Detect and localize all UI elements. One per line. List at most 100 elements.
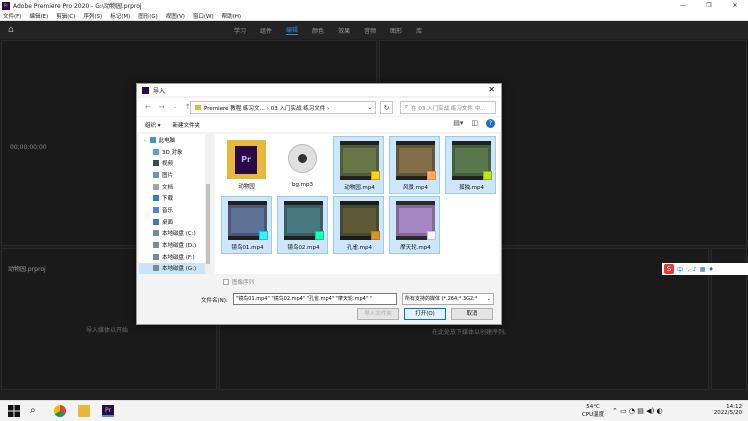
menu-help[interactable]: 帮助(H) bbox=[222, 12, 241, 20]
menu-window[interactable]: 窗口(W) bbox=[193, 12, 214, 20]
nav-item-disk-f[interactable]: 本地磁盘 (F:) bbox=[139, 251, 211, 263]
nav-item-this-pc[interactable]: ⌄ 此电脑 bbox=[139, 134, 211, 146]
file-item-video[interactable]: 风景.mp4 bbox=[389, 136, 440, 194]
nav-label: 视频 bbox=[162, 161, 174, 168]
nav-scrollbar-thumb[interactable] bbox=[206, 184, 210, 264]
ws-assembly[interactable]: 组件 bbox=[260, 26, 272, 35]
forward-arrow-icon[interactable]: → bbox=[159, 103, 165, 111]
cpu-temp-widget[interactable]: 54°C CPU温度 bbox=[582, 404, 604, 418]
file-item-video[interactable]: 孤独.mp4 bbox=[445, 136, 496, 194]
menu-edit[interactable]: 编辑(E) bbox=[29, 12, 48, 20]
skin-icon: ♦ bbox=[708, 265, 714, 273]
help-icon[interactable]: ? bbox=[486, 119, 495, 128]
refresh-icon[interactable]: ↻ bbox=[380, 101, 393, 114]
menu-view[interactable]: 视图(V) bbox=[166, 12, 185, 20]
file-list: Pr 动物园 bg.mp3 动物园.mp4 风景.mp4 孤独.mp4 镜鸟01… bbox=[215, 134, 499, 274]
nav-item-disk-g[interactable]: 本地磁盘 (G:) bbox=[139, 262, 211, 275]
nav-item-documents[interactable]: 文档 bbox=[139, 181, 211, 193]
ws-graphics[interactable]: 图形 bbox=[390, 26, 402, 35]
preview-pane-icon[interactable]: ◫ bbox=[471, 119, 478, 128]
file-name: 镜鸟01.mp4 bbox=[231, 245, 264, 251]
ws-libraries[interactable]: 库 bbox=[416, 26, 422, 35]
ime-toolbar[interactable]: S 中 ·, ♪ ▦ ♦ bbox=[662, 263, 748, 275]
file-name: 孤独.mp4 bbox=[458, 185, 485, 191]
menu-bar: 文件(F) 编辑(E) 剪辑(C) 序列(S) 标记(M) 图形(G) 视图(V… bbox=[0, 11, 748, 21]
filename-input[interactable]: "镜鸟01.mp4" "镜鸟02.mp4" "孔雀.mp4" "摩天轮.mp4"… bbox=[233, 293, 397, 305]
nav-item-3d-objects[interactable]: 3D 对象 bbox=[139, 146, 211, 158]
nav-item-downloads[interactable]: 下载 bbox=[139, 192, 211, 204]
menu-sequence[interactable]: 序列(S) bbox=[83, 12, 102, 20]
expand-chevron-icon[interactable]: ⌄ bbox=[143, 137, 148, 143]
recent-chevron-icon[interactable]: ⌄ bbox=[173, 104, 177, 110]
workspace-bar: ⌂ 学习 组件 编辑 颜色 效果 音频 图形 库 bbox=[0, 21, 748, 39]
nav-item-desktop[interactable]: 桌面 bbox=[139, 216, 211, 228]
ws-editing[interactable]: 编辑 bbox=[286, 25, 299, 35]
chrome-icon[interactable] bbox=[54, 405, 66, 417]
nav-item-videos[interactable]: 视频 bbox=[139, 157, 211, 169]
filetype-select[interactable]: 所有支持的媒体 (*.264;*.3G2;* ⌄ bbox=[402, 293, 494, 305]
dialog-close-icon[interactable]: ✕ bbox=[488, 85, 495, 94]
premiere-taskbar-icon[interactable]: Pr bbox=[102, 405, 114, 417]
file-explorer-icon[interactable] bbox=[78, 405, 90, 417]
file-item-prproj[interactable]: Pr 动物园 bbox=[221, 136, 272, 194]
folder-icon bbox=[195, 105, 201, 110]
nav-item-disk-c[interactable]: 本地磁盘 (C:) bbox=[139, 228, 211, 240]
nav-item-music[interactable]: 音乐 bbox=[139, 204, 211, 216]
clock-date: 2022/5/20 bbox=[713, 410, 742, 416]
nav-item-pictures[interactable]: 图片 bbox=[139, 169, 211, 181]
close-window-button[interactable]: ✕ bbox=[722, 0, 748, 11]
vlc-badge-icon bbox=[259, 231, 268, 240]
search-icon[interactable]: ⌕ bbox=[30, 405, 42, 417]
file-name: 孔雀.mp4 bbox=[346, 245, 373, 251]
file-item-audio[interactable]: bg.mp3 bbox=[277, 136, 328, 194]
organize-button[interactable]: 组织 ▾ bbox=[145, 121, 161, 129]
ws-color[interactable]: 颜色 bbox=[312, 26, 324, 35]
path-dropdown-icon[interactable]: ⌄ bbox=[367, 105, 372, 111]
menu-markers[interactable]: 标记(M) bbox=[110, 12, 130, 20]
nav-label: 本地磁盘 (F:) bbox=[162, 254, 195, 261]
search-input[interactable]: ⌕ 在 03 入门实战 练习文件 中... bbox=[400, 101, 496, 114]
import-folder-button[interactable]: 导入文件夹 bbox=[357, 308, 399, 320]
filetype-value: 所有支持的媒体 (*.264;*.3G2;* bbox=[405, 296, 478, 302]
file-item-video[interactable]: 孔雀.mp4 bbox=[333, 196, 384, 254]
disk-icon bbox=[153, 230, 159, 237]
nav-item-disk-d[interactable]: 本地磁盘 (D:) bbox=[139, 239, 211, 251]
checkbox-box[interactable] bbox=[223, 279, 229, 285]
computer-icon bbox=[149, 136, 156, 143]
windows-start-icon[interactable] bbox=[8, 405, 20, 417]
dialog-title-bar: 导入 ✕ bbox=[137, 84, 501, 96]
maximize-button[interactable]: ❐ bbox=[696, 0, 722, 11]
vlc-badge-icon bbox=[371, 171, 380, 180]
ws-learn[interactable]: 学习 bbox=[234, 26, 246, 35]
dialog-title: 导入 bbox=[153, 87, 166, 95]
open-button[interactable]: 打开(O) bbox=[404, 308, 446, 320]
view-mode-icon[interactable]: ▤▾ bbox=[453, 119, 463, 128]
cube-icon bbox=[153, 148, 159, 155]
file-item-video[interactable]: 镜鸟02.mp4 bbox=[277, 196, 328, 254]
new-folder-button[interactable]: 新建文件夹 bbox=[173, 121, 201, 129]
back-arrow-icon[interactable]: ← bbox=[145, 103, 151, 111]
ws-effects[interactable]: 效果 bbox=[338, 26, 350, 35]
menu-clip[interactable]: 剪辑(C) bbox=[56, 12, 75, 20]
path-box[interactable]: Premiere 教程 练习文… › 03 入门实战 练习文件 › ⌄ bbox=[190, 101, 376, 114]
timeline-hint: 在此处放下媒体以创建序列。 bbox=[432, 329, 511, 336]
home-icon[interactable]: ⌂ bbox=[8, 25, 18, 35]
project-hint: 导入媒体以开始 bbox=[86, 327, 129, 334]
minimize-button[interactable]: — bbox=[670, 0, 696, 11]
keyboard-icon: ▦ bbox=[699, 265, 706, 273]
menu-graphics[interactable]: 图形(G) bbox=[138, 12, 158, 20]
tray-icons[interactable]: ⌃ ▭ ◔ ▤ ◀) ◐ bbox=[612, 407, 663, 415]
menu-file[interactable]: 文件(F) bbox=[3, 12, 21, 20]
video-thumbnail bbox=[340, 141, 380, 180]
file-item-video[interactable]: 动物园.mp4 bbox=[333, 136, 384, 194]
clock[interactable]: 14:12 2022/5/20 bbox=[688, 404, 742, 416]
file-item-video[interactable]: 镜鸟01.mp4 bbox=[221, 196, 272, 254]
nav-scrollbar[interactable] bbox=[205, 134, 211, 274]
ws-audio[interactable]: 音频 bbox=[364, 26, 376, 35]
file-item-video[interactable]: 摩天轮.mp4 bbox=[389, 196, 440, 254]
video-thumbnail bbox=[396, 201, 436, 240]
cancel-button[interactable]: 取消 bbox=[451, 308, 493, 320]
title-bar: Pr Adobe Premiere Pro 2020 - G:\动物园.prpr… bbox=[0, 0, 748, 11]
image-sequence-checkbox[interactable]: 图像序列 bbox=[223, 278, 254, 286]
taskbar: ⌕ Pr 54°C CPU温度 ⌃ ▭ ◔ ▤ ◀) ◐ 14:12 2022/… bbox=[0, 400, 748, 421]
